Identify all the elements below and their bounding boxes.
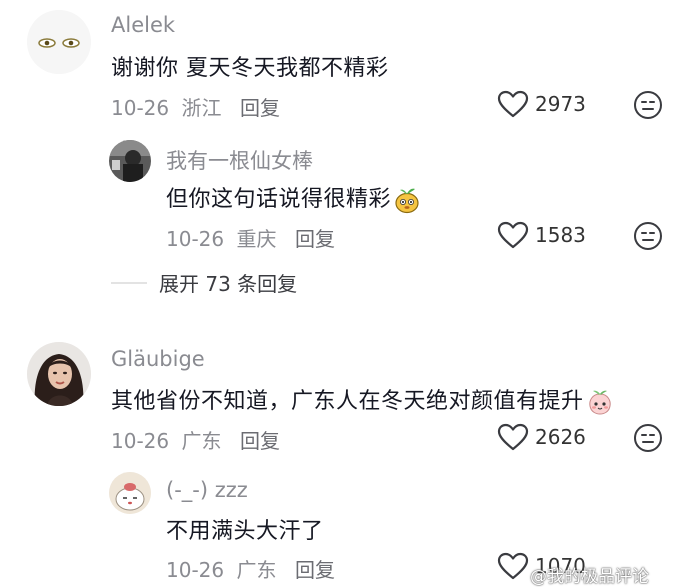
heart-outline-icon: [497, 221, 529, 249]
reply-button[interactable]: 回复: [295, 223, 335, 252]
peach-face-emoji-icon: [588, 390, 611, 415]
dislike-face-icon: [634, 91, 662, 119]
divider-line: [111, 281, 147, 284]
heart-outline-icon: [497, 423, 529, 451]
dislike-face-icon: [634, 222, 662, 250]
reply-text: 但你这句话说得很精彩: [166, 181, 421, 214]
reply-date: 10-26 广东: [166, 554, 276, 583]
location: 广东: [236, 558, 277, 582]
reply-button[interactable]: 回复: [295, 554, 335, 583]
avatar-reply-user[interactable]: [109, 140, 151, 182]
comment-text: 其他省份不知道，广东人在冬天绝对颜值有提升: [111, 383, 614, 416]
heart-outline-icon: [497, 90, 529, 118]
comment-date: 10-26 广东: [111, 425, 221, 454]
dislike-face-icon: [634, 424, 662, 452]
like-button[interactable]: 2626: [497, 423, 586, 451]
sprout-face-emoji-icon: [395, 188, 419, 214]
dislike-button[interactable]: [633, 90, 663, 120]
avatar-glaubige[interactable]: [27, 342, 91, 406]
avatar-alelek[interactable]: [27, 10, 91, 74]
dislike-button[interactable]: [633, 221, 663, 251]
comment-text-content: 其他省份不知道，广东人在冬天绝对颜值有提升: [111, 389, 584, 414]
like-count: 2626: [535, 425, 586, 449]
reply-date: 10-26 重庆: [166, 223, 276, 252]
sleepy-character-avatar-icon: [109, 472, 151, 514]
reply-button[interactable]: 回复: [240, 92, 280, 121]
reply-text: 不用满头大汗了: [166, 519, 324, 544]
date: 10-26: [166, 558, 225, 582]
reply-text-content: 但你这句话说得很精彩: [166, 187, 392, 212]
date: 10-26: [166, 227, 225, 251]
location: 广东: [181, 429, 222, 453]
reply-username[interactable]: (-_-) zzz: [166, 478, 248, 502]
reply-button[interactable]: 回复: [240, 425, 280, 454]
eyes-avatar-icon: [27, 10, 91, 74]
like-count: 2973: [535, 92, 586, 116]
photo-avatar-icon: [27, 342, 91, 406]
comment-username[interactable]: Gläubige: [111, 347, 205, 371]
location: 浙江: [181, 96, 222, 120]
expand-replies-label: 展开 73 条回复: [159, 272, 298, 296]
photo-avatar-icon: [109, 140, 151, 182]
like-count: 1583: [535, 223, 586, 247]
comment-text: 谢谢你 夏天冬天我都不精彩: [111, 56, 389, 81]
date: 10-26: [111, 96, 170, 120]
location: 重庆: [236, 227, 277, 251]
dislike-button[interactable]: [633, 423, 663, 453]
date: 10-26: [111, 429, 170, 453]
watermark: @我的极品评论: [530, 567, 649, 587]
comment-date: 10-26 浙江: [111, 92, 221, 121]
heart-outline-icon: [497, 552, 529, 580]
avatar-reply-user[interactable]: [109, 472, 151, 514]
expand-replies-button[interactable]: 展开 73 条回复: [111, 268, 297, 297]
like-button[interactable]: 1583: [497, 221, 586, 249]
comment-username[interactable]: Alelek: [111, 13, 175, 37]
like-button[interactable]: 2973: [497, 90, 586, 118]
reply-username[interactable]: 我有一根仙女棒: [166, 145, 313, 175]
